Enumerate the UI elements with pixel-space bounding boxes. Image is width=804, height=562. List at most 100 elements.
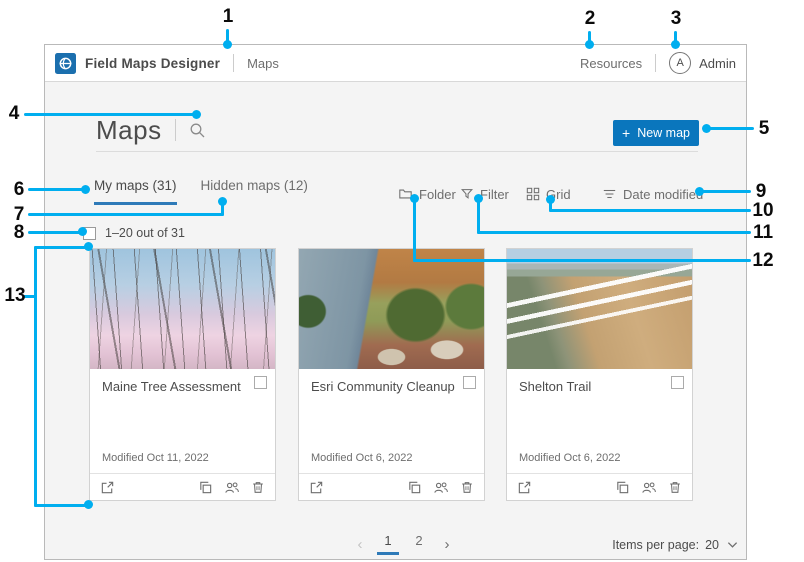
open-map-button[interactable] (517, 480, 532, 495)
sort-button[interactable]: Date modified (602, 186, 703, 202)
map-card-maine-tree-assessment[interactable]: Maine Tree Assessment Modified Oct 11, 2… (89, 248, 276, 501)
title-divider (175, 119, 176, 141)
open-map-button[interactable] (100, 480, 115, 495)
open-map-button[interactable] (309, 480, 324, 495)
nav-item-resources[interactable]: Resources (580, 56, 642, 71)
username-admin[interactable]: Admin (699, 56, 736, 71)
folder-button[interactable]: Folder (398, 186, 456, 202)
callout-dot-10 (546, 195, 555, 204)
tab-bar: My maps (31) Hidden maps (12) (94, 178, 308, 205)
folder-label: Folder (419, 187, 456, 202)
selection-count-label: 1–20 out of 31 (105, 226, 185, 240)
title-rule (96, 151, 698, 152)
card-modified-date: Modified Oct 6, 2022 (519, 452, 621, 464)
selection-row: 1–20 out of 31 (83, 226, 185, 240)
callout-dot-5 (702, 124, 711, 133)
map-card-esri-community-cleanup[interactable]: Esri Community Cleanup Modified Oct 6, 2… (298, 248, 485, 501)
items-per-page-label: Items per page: (612, 538, 699, 552)
callout-dot-7 (218, 197, 227, 206)
callout-dot-12 (410, 194, 419, 203)
callout-dot-13-bottom (84, 500, 93, 509)
card-action-bar (299, 473, 484, 500)
group-people-icon (641, 480, 657, 495)
filter-button[interactable]: Filter (460, 186, 509, 202)
callout-line-11b (477, 198, 480, 234)
share-group-button[interactable] (224, 480, 240, 495)
callout-line-12 (413, 259, 751, 262)
map-thumbnail (299, 249, 484, 369)
duplicate-button[interactable] (615, 480, 630, 495)
duplicate-icon (615, 480, 630, 495)
trash-icon (460, 480, 474, 495)
callout-label-10: 10 (752, 200, 773, 222)
card-action-bar (507, 473, 692, 500)
app-title: Field Maps Designer (85, 56, 220, 71)
filter-icon (460, 187, 474, 201)
card-modified-date: Modified Oct 11, 2022 (102, 452, 209, 464)
tab-my-maps[interactable]: My maps (31) (94, 178, 177, 205)
items-per-page-dropdown[interactable]: 20 (705, 538, 738, 552)
map-card-shelton-trail[interactable]: Shelton Trail Modified Oct 6, 2022 (506, 248, 693, 501)
group-people-icon (433, 480, 449, 495)
search-button[interactable] (189, 122, 206, 139)
trash-icon (251, 480, 265, 495)
callout-label-3: 3 (671, 8, 682, 30)
share-group-button[interactable] (641, 480, 657, 495)
callout-label-13: 13 (4, 285, 25, 307)
pagination: ‹ 1 2 › (352, 533, 455, 555)
header-divider (233, 54, 234, 72)
card-title: Maine Tree Assessment (102, 379, 241, 394)
callout-dot-11 (474, 194, 483, 203)
delete-button[interactable] (668, 480, 682, 495)
page-1-button[interactable]: 1 (377, 533, 399, 555)
callout-line-4 (24, 113, 196, 116)
card-checkbox[interactable] (671, 376, 684, 389)
delete-button[interactable] (251, 480, 265, 495)
callout-label-6: 6 (14, 179, 25, 201)
callout-label-5: 5 (759, 118, 770, 140)
page-2-button[interactable]: 2 (408, 533, 430, 555)
duplicate-icon (198, 480, 213, 495)
header-right: Resources A Admin (580, 52, 736, 74)
new-map-button[interactable]: + New map (613, 120, 699, 146)
items-per-page: Items per page: 20 (612, 538, 738, 552)
duplicate-button[interactable] (407, 480, 422, 495)
callout-label-12: 12 (752, 250, 773, 272)
open-in-new-icon (309, 480, 324, 495)
avatar[interactable]: A (669, 52, 691, 74)
group-people-icon (224, 480, 240, 495)
tab-hidden-maps[interactable]: Hidden maps (12) (201, 178, 308, 205)
duplicate-icon (407, 480, 422, 495)
card-action-group (615, 480, 682, 495)
card-title: Esri Community Cleanup (311, 379, 455, 394)
duplicate-button[interactable] (198, 480, 213, 495)
sort-icon (602, 187, 617, 201)
plus-icon: + (622, 126, 630, 140)
callout-dot-8 (78, 227, 87, 236)
callout-dot-13-top (84, 242, 93, 251)
callout-label-1: 1 (223, 6, 234, 28)
open-in-new-icon (517, 480, 532, 495)
callout-line-7 (28, 213, 224, 216)
delete-button[interactable] (460, 480, 474, 495)
nav-item-maps[interactable]: Maps (247, 56, 279, 71)
field-maps-designer-window: Field Maps Designer Maps Resources A Adm… (44, 44, 747, 560)
callout-dot-2 (585, 40, 594, 49)
callout-label-2: 2 (585, 8, 596, 30)
grid-icon (526, 187, 540, 201)
next-page-button[interactable]: › (439, 536, 455, 553)
screenshot-root: Field Maps Designer Maps Resources A Adm… (0, 0, 804, 562)
callout-line-13-vertical (34, 246, 37, 507)
share-group-button[interactable] (433, 480, 449, 495)
callout-line-8 (28, 231, 83, 234)
new-map-label: New map (637, 126, 690, 140)
prev-page-button[interactable]: ‹ (352, 536, 368, 553)
callout-line-6 (28, 188, 86, 191)
card-body: Maine Tree Assessment Modified Oct 11, 2… (90, 369, 275, 473)
card-checkbox[interactable] (463, 376, 476, 389)
callout-dot-3 (671, 40, 680, 49)
open-in-new-icon (100, 480, 115, 495)
card-checkbox[interactable] (254, 376, 267, 389)
callout-dot-4 (192, 110, 201, 119)
card-modified-date: Modified Oct 6, 2022 (311, 452, 413, 464)
